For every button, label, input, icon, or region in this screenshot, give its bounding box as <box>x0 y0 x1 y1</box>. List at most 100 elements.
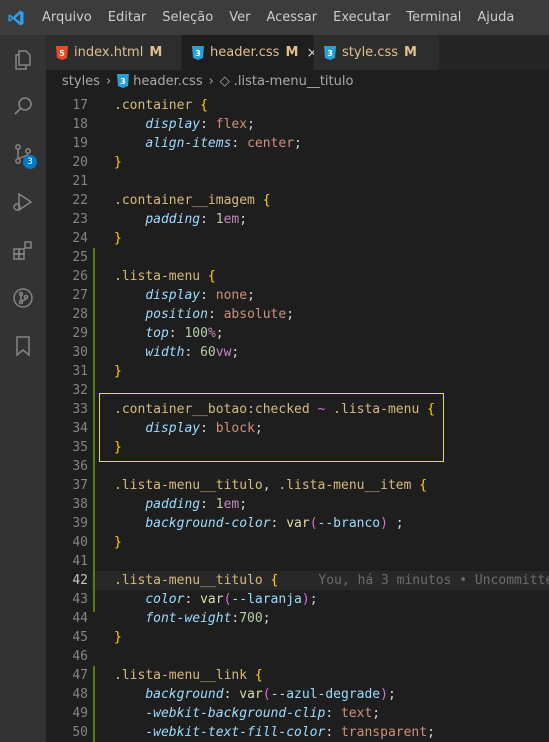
code-text: } <box>114 364 122 379</box>
modified-indicator: M <box>149 45 163 60</box>
code-line[interactable]: 40} <box>46 533 549 552</box>
code-line[interactable]: 33 .container__botao:checked ~ .lista-men… <box>46 400 549 419</box>
code-line[interactable]: 45} <box>46 628 549 647</box>
code-line[interactable]: 32 <box>46 381 549 400</box>
line-number: 25 <box>72 250 88 265</box>
line-number: 32 <box>72 383 88 398</box>
tab-label: index.html <box>74 45 144 60</box>
code-line[interactable]: 21 <box>46 172 549 191</box>
code-line[interactable]: 38 padding: 1em; <box>46 495 549 514</box>
tab-style-css[interactable]: 3 style.css M <box>314 35 440 70</box>
line-number: 38 <box>72 497 88 512</box>
code-line[interactable]: 41 <box>46 552 549 571</box>
line-number: 44 <box>72 611 88 626</box>
line-number: 36 <box>72 459 88 474</box>
code-line[interactable]: 26 .lista-menu { <box>46 267 549 286</box>
line-number: 48 <box>72 687 88 702</box>
code-line[interactable]: 43 color: var(--laranja); <box>46 590 549 609</box>
code-line[interactable]: 22 .container__imagem { <box>46 191 549 210</box>
tab-header-css[interactable]: 3 header.css M × <box>182 35 318 70</box>
line-number: 19 <box>72 136 88 151</box>
menu-ver[interactable]: Ver <box>221 0 258 35</box>
code-line[interactable]: 50 -webkit-text-fill-color: transparent; <box>46 723 549 742</box>
menu-arquivo[interactable]: Arquivo <box>36 0 100 35</box>
vscode-logo-icon[interactable] <box>0 0 32 35</box>
code-line[interactable]: 17 .container { <box>46 96 549 115</box>
code-text: width: 60vw; <box>145 345 240 360</box>
code-line[interactable]: 46 <box>46 647 549 666</box>
menu-acessar[interactable]: Acessar <box>258 0 325 35</box>
code-text: display: flex; <box>145 117 255 132</box>
line-number: 23 <box>72 212 88 227</box>
code-editor[interactable]: 17 .container {18 display: flex; 19 align-… <box>46 92 549 742</box>
chevron-right-icon: › <box>208 73 214 89</box>
code-line[interactable]: 31} <box>46 362 549 381</box>
code-text: align-items: center; <box>145 136 302 151</box>
line-number: 33 <box>72 402 88 417</box>
code-text: background-color: var(--branco) ; <box>145 516 404 531</box>
tab-index-html[interactable]: 5 index.html M <box>46 35 182 70</box>
code-text: padding: 1em; <box>145 212 248 227</box>
menu-selecao[interactable]: Seleção <box>154 0 221 35</box>
code-line[interactable]: 29 top: 100%; <box>46 324 549 343</box>
code-line[interactable]: 48 background: var(--azul-degrade); <box>46 685 549 704</box>
code-line[interactable]: 23 padding: 1em; <box>46 210 549 229</box>
code-line[interactable]: 42 .lista-menu__titulo {You, há 3 minutos… <box>46 571 549 590</box>
code-line[interactable]: 39 background-color: var(--branco) ; <box>46 514 549 533</box>
line-number: 40 <box>72 535 88 550</box>
line-number: 34 <box>72 421 88 436</box>
code-line[interactable]: 35} <box>46 438 549 457</box>
line-number: 49 <box>72 706 88 721</box>
menu-terminal[interactable]: Terminal <box>398 0 469 35</box>
menu-editar[interactable]: Editar <box>100 0 155 35</box>
line-number: 45 <box>72 630 88 645</box>
css3-icon: 3 <box>117 74 130 88</box>
code-line[interactable]: 20} <box>46 153 549 172</box>
menu-executar[interactable]: Executar <box>325 0 398 35</box>
line-number: 29 <box>72 326 88 341</box>
svg-text:5: 5 <box>59 49 65 58</box>
code-text: display: none; <box>145 288 255 303</box>
code-line[interactable]: 19 align-items: center; <box>46 134 549 153</box>
line-number: 20 <box>72 155 88 170</box>
svg-text:3: 3 <box>120 77 126 86</box>
code-text: .lista-menu__titulo, .lista-menu__item { <box>114 478 428 493</box>
code-line[interactable]: 49 -webkit-background-clip: text; <box>46 704 549 723</box>
editor-tabs: 5 index.html M 3 header.css M × 3 style.… <box>46 35 549 70</box>
code-line[interactable]: 18 display: flex; <box>46 115 549 134</box>
line-number: 18 <box>72 117 88 132</box>
line-number: 28 <box>72 307 88 322</box>
code-text: -webkit-text-fill-color: transparent; <box>145 725 435 740</box>
code-text: } <box>114 440 122 455</box>
code-line[interactable]: 28 position: absolute; <box>46 305 549 324</box>
css3-icon: 3 <box>324 45 336 60</box>
code-line[interactable]: 47 .lista-menu__link { <box>46 666 549 685</box>
code-line[interactable]: 27 display: none; <box>46 286 549 305</box>
line-number: 46 <box>72 649 88 664</box>
menu-ajuda[interactable]: Ajuda <box>469 0 522 35</box>
code-text: } <box>114 630 122 645</box>
code-line[interactable]: 24} <box>46 229 549 248</box>
line-number: 26 <box>72 269 88 284</box>
breadcrumb-folder[interactable]: styles <box>62 74 100 89</box>
code-text: padding: 1em; <box>145 497 248 512</box>
source-control-icon[interactable]: 3 <box>0 131 46 177</box>
code-line[interactable]: 34 display: block; <box>46 419 549 438</box>
code-line[interactable]: 30 width: 60vw; <box>46 343 549 362</box>
svg-text:3: 3 <box>327 49 333 58</box>
search-icon[interactable] <box>0 83 46 129</box>
breadcrumb-file[interactable]: header.css <box>133 74 202 89</box>
css3-icon: 3 <box>192 45 204 60</box>
code-line[interactable]: 36 <box>46 457 549 476</box>
breadcrumb-symbol[interactable]: .lista-menu__titulo <box>234 74 354 89</box>
bookmark-icon[interactable] <box>0 323 46 369</box>
code-line[interactable]: 37 .lista-menu__titulo, .lista-menu__item… <box>46 476 549 495</box>
code-line[interactable]: 44 font-weight:700; <box>46 609 549 628</box>
explorer-icon[interactable] <box>0 37 46 83</box>
git-blame-annotation: You, há 3 minutos • Uncommitted changes <box>318 573 549 588</box>
line-number: 43 <box>72 592 88 607</box>
git-graph-icon[interactable] <box>0 275 46 321</box>
run-debug-icon[interactable] <box>0 179 46 225</box>
code-line[interactable]: 25 <box>46 248 549 267</box>
extensions-icon[interactable] <box>0 227 46 273</box>
